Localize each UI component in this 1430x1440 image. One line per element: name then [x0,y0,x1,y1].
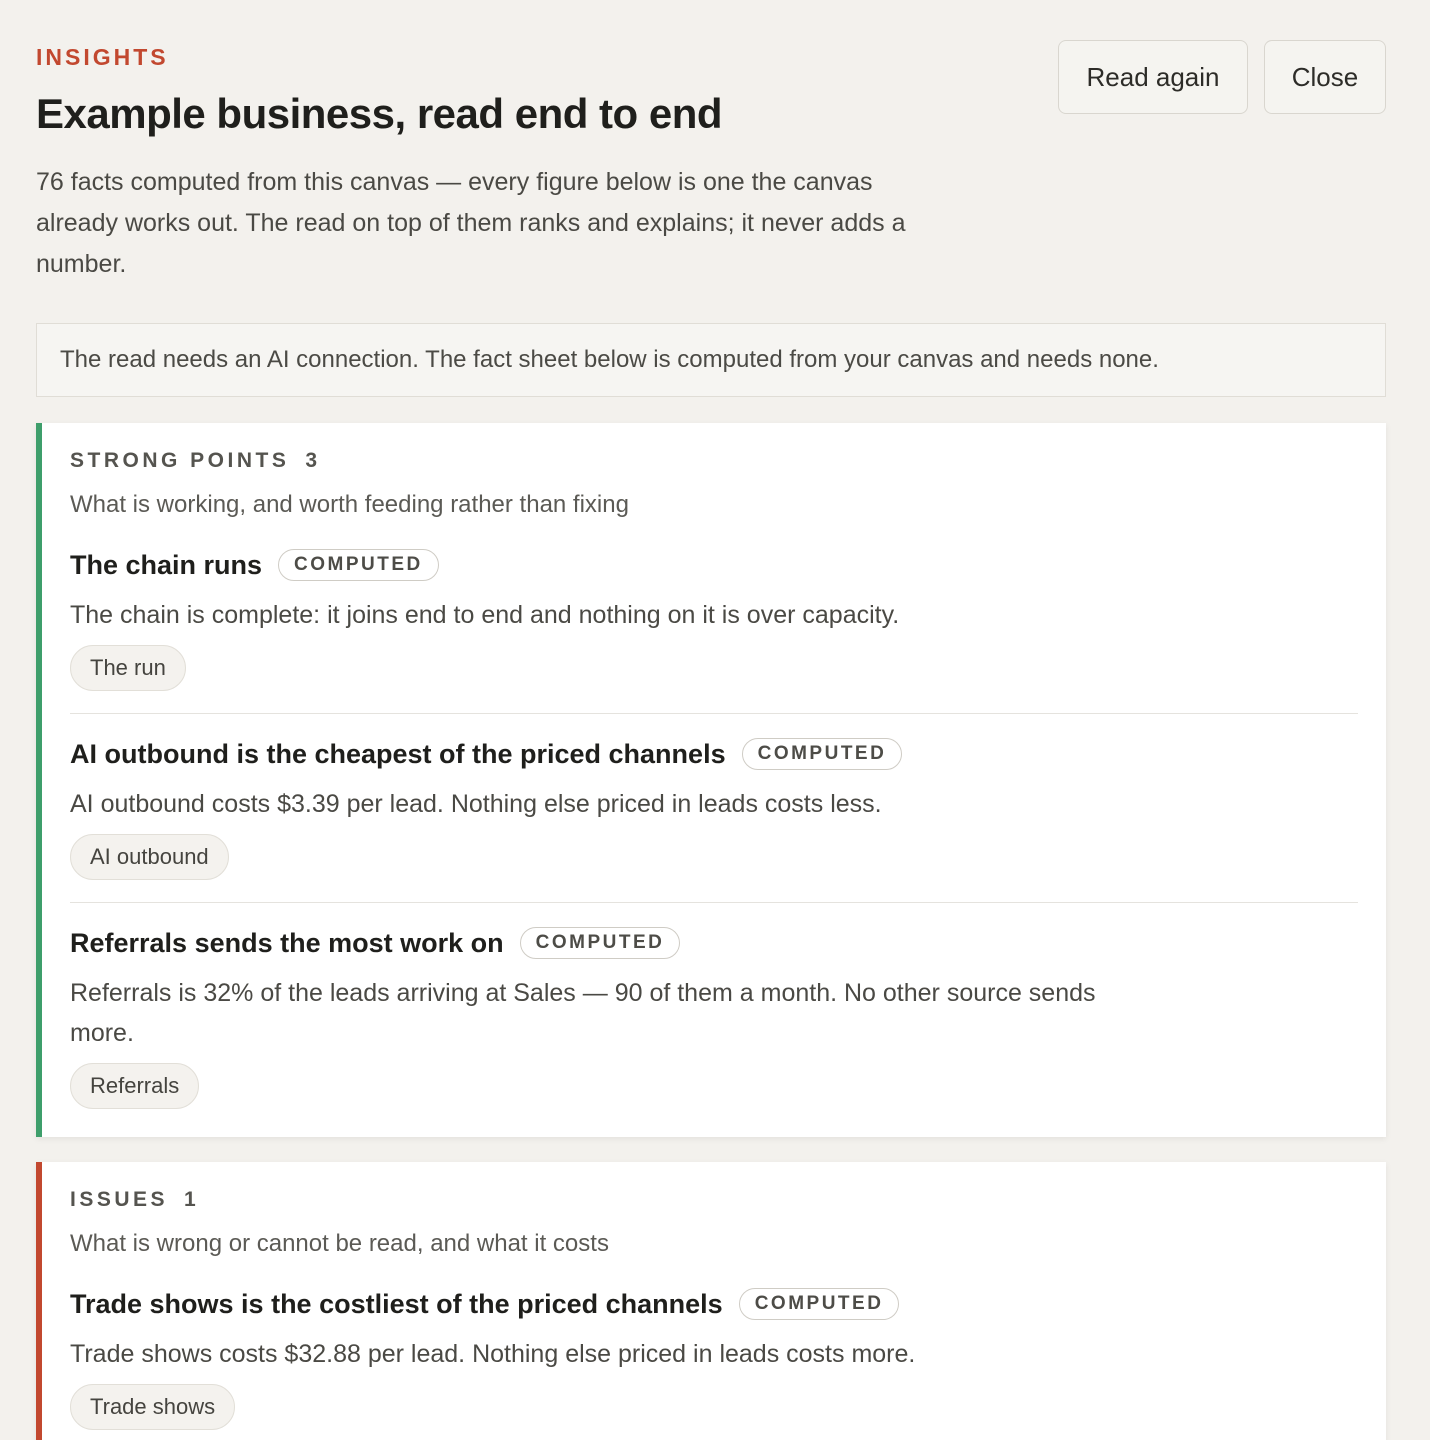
insights-panel: Read again Close INSIGHTS Example busine… [0,0,1430,1440]
insight-item: AI outbound is the cheapest of the price… [70,714,1358,903]
close-button[interactable]: Close [1264,40,1386,114]
section-subtitle: What is wrong or cannot be read, and wha… [70,1230,609,1257]
section-subtitle: What is working, and worth feeding rathe… [70,491,629,518]
insight-header: The chain runs COMPUTED [70,549,1358,581]
ai-connection-notice: The read needs an AI connection. The fac… [36,323,1386,397]
read-again-button[interactable]: Read again [1058,40,1248,114]
insight-header: AI outbound is the cheapest of the price… [70,738,1358,770]
section-header: ISSUES 1 [70,1188,1358,1212]
section-header: STRONG POINTS 3 [70,449,1358,473]
intro-text: 76 facts computed from this canvas — eve… [36,168,906,278]
insight-title: AI outbound is the cheapest of the price… [70,738,726,769]
insight-body: Trade shows costs $32.88 per lead. Nothi… [70,1340,916,1368]
insight-header: Trade shows is the costliest of the pric… [70,1288,1358,1320]
section-label: ISSUES [70,1188,169,1211]
insight-item: Referrals sends the most work on COMPUTE… [70,903,1358,1109]
computed-badge: COMPUTED [738,1288,900,1320]
issues-section: ISSUES 1 What is wrong or cannot be read… [36,1162,1386,1440]
header-actions: Read again Close [1058,40,1386,114]
notice-text: The read needs an AI connection. The fac… [60,346,1159,373]
strong-points-section: STRONG POINTS 3 What is working, and wor… [36,423,1386,1137]
insight-body: AI outbound costs $3.39 per lead. Nothin… [70,790,882,818]
section-label: STRONG POINTS [70,449,290,472]
insight-body: Referrals is 32% of the leads arriving a… [70,979,1096,1047]
computed-badge: COMPUTED [741,738,903,770]
section-count: 1 [184,1188,196,1211]
insight-title: Referrals sends the most work on [70,927,504,958]
insight-item: The chain runs COMPUTED The chain is com… [70,519,1358,714]
insight-header: Referrals sends the most work on COMPUTE… [70,927,1358,959]
insight-title: The chain runs [70,549,263,580]
node-chip[interactable]: Referrals [70,1063,200,1109]
node-chip[interactable]: AI outbound [70,834,229,880]
computed-badge: COMPUTED [278,549,439,581]
insight-title: Trade shows is the costliest of the pric… [70,1288,723,1319]
computed-badge: COMPUTED [519,927,681,959]
node-chip[interactable]: Trade shows [70,1384,236,1430]
insight-body: The chain is complete: it joins end to e… [70,601,900,629]
section-count: 3 [305,449,318,472]
insight-item: Trade shows is the costliest of the pric… [70,1258,1358,1430]
node-chip[interactable]: The run [70,645,186,691]
